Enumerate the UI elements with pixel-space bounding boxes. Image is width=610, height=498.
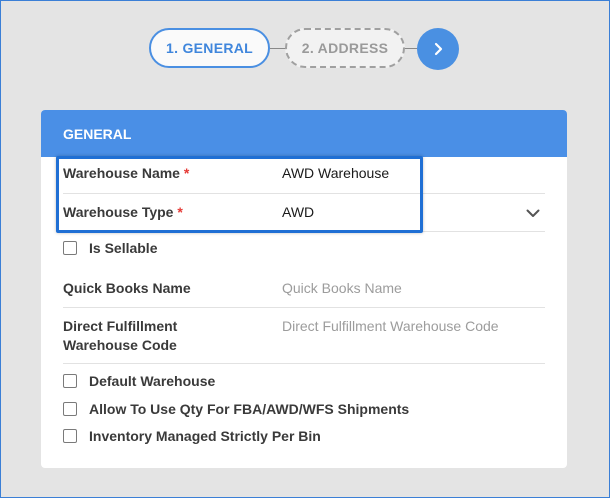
card-title: GENERAL bbox=[63, 125, 132, 142]
inventory-per-bin-label: Inventory Managed Strictly Per Bin bbox=[89, 428, 321, 444]
allow-qty-label: Allow To Use Qty For FBA/AWD/WFS Shipmen… bbox=[89, 401, 410, 417]
warehouse-type-select[interactable]: AWD bbox=[282, 203, 314, 222]
direct-fulfillment-label-line1: Direct Fulfillment bbox=[63, 318, 178, 334]
required-mark: * bbox=[183, 165, 190, 181]
step-address[interactable]: 2. ADDRESS bbox=[285, 28, 405, 68]
next-step-button[interactable] bbox=[417, 28, 459, 70]
quickbooks-name-row: Quick Books Name Quick Books Name bbox=[63, 279, 545, 309]
warehouse-name-row: Warehouse Name * AWD Warehouse bbox=[63, 164, 545, 194]
default-warehouse-checkbox-row[interactable]: Default Warehouse bbox=[63, 373, 215, 389]
chevron-down-icon[interactable] bbox=[525, 205, 541, 221]
direct-fulfillment-label: Direct Fulfillment Warehouse Code bbox=[63, 317, 177, 355]
allow-qty-checkbox[interactable] bbox=[63, 402, 77, 416]
default-warehouse-label: Default Warehouse bbox=[89, 373, 216, 389]
divider bbox=[63, 363, 545, 364]
direct-fulfillment-input[interactable]: Direct Fulfillment Warehouse Code bbox=[282, 317, 499, 336]
inventory-per-bin-checkbox[interactable] bbox=[63, 429, 77, 443]
warehouse-name-label-text: Warehouse Name bbox=[63, 165, 180, 181]
warehouse-name-label: Warehouse Name * bbox=[63, 164, 189, 183]
required-mark: * bbox=[177, 204, 183, 220]
warehouse-type-row: Warehouse Type * AWD bbox=[63, 203, 545, 233]
divider bbox=[63, 193, 545, 194]
divider bbox=[63, 231, 545, 232]
divider bbox=[63, 307, 545, 308]
step-general[interactable]: 1. GENERAL bbox=[149, 28, 270, 68]
allow-qty-checkbox-row[interactable]: Allow To Use Qty For FBA/AWD/WFS Shipmen… bbox=[63, 401, 409, 417]
warehouse-type-label-text: Warehouse Type bbox=[63, 204, 174, 220]
is-sellable-label: Is Sellable bbox=[89, 240, 158, 256]
quickbooks-name-label: Quick Books Name bbox=[63, 280, 191, 296]
direct-fulfillment-label-line2: Warehouse Code bbox=[63, 337, 177, 353]
inventory-per-bin-checkbox-row[interactable]: Inventory Managed Strictly Per Bin bbox=[63, 428, 321, 444]
quickbooks-name-input[interactable]: Quick Books Name bbox=[282, 279, 402, 298]
step-connector bbox=[405, 48, 417, 49]
direct-fulfillment-row: Direct Fulfillment Warehouse Code Direct… bbox=[63, 317, 545, 361]
step-connector bbox=[270, 48, 286, 49]
warehouse-name-input[interactable]: AWD Warehouse bbox=[282, 164, 389, 183]
chevron-right-icon bbox=[434, 42, 443, 56]
warehouse-type-label: Warehouse Type * bbox=[63, 203, 183, 222]
default-warehouse-checkbox[interactable] bbox=[63, 374, 77, 388]
general-card: GENERAL Warehouse Name * AWD Warehouse W… bbox=[41, 110, 567, 468]
is-sellable-checkbox-row[interactable]: Is Sellable bbox=[63, 240, 157, 256]
card-header: GENERAL bbox=[41, 110, 567, 157]
is-sellable-checkbox[interactable] bbox=[63, 241, 77, 255]
